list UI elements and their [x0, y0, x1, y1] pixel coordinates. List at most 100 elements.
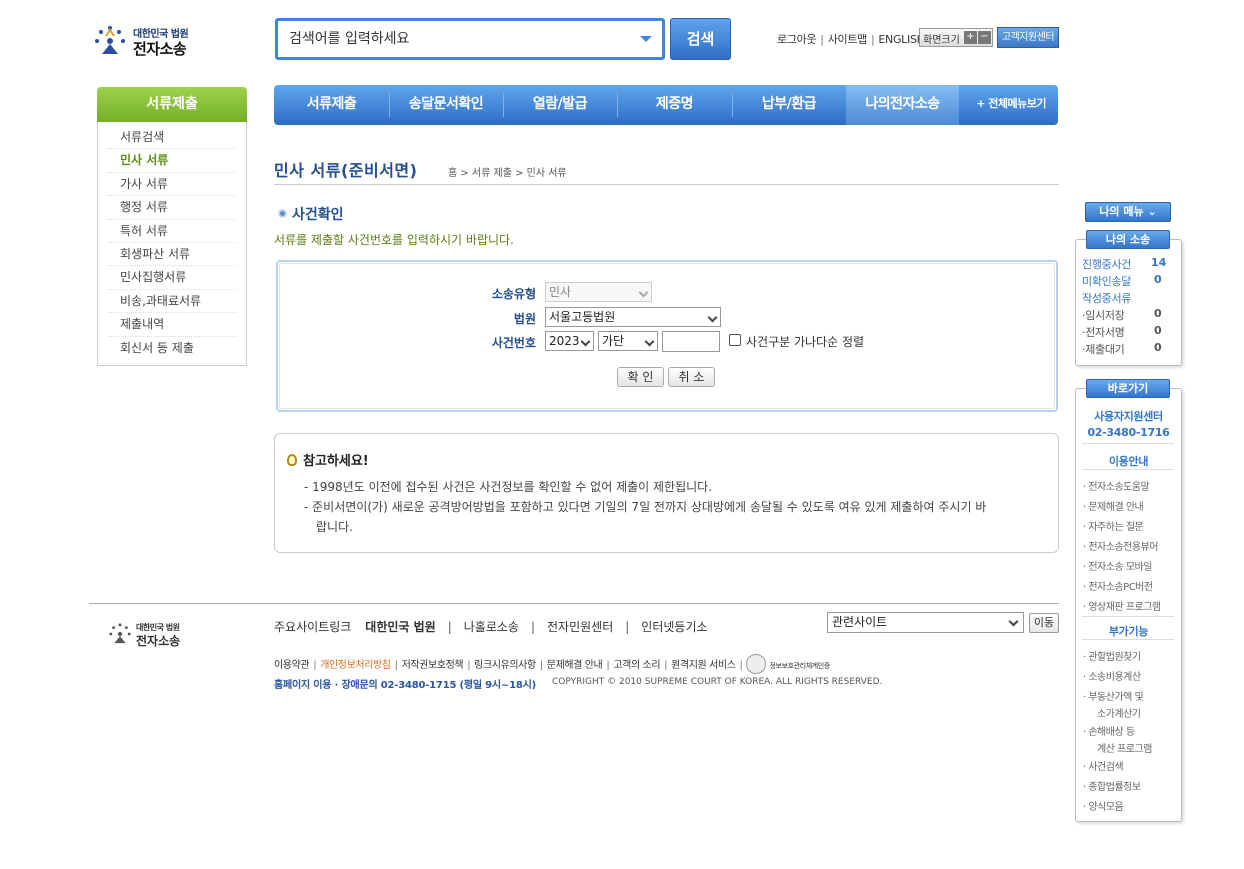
extra-link-cost-calc[interactable]: · 소송비용계산: [1083, 668, 1141, 683]
sidebar-item-execution[interactable]: 민사집행서류: [108, 266, 236, 290]
my-menu-button[interactable]: 나의 메뉴 ⌄: [1085, 202, 1171, 222]
nav-payment-refund[interactable]: 납부/환급: [732, 85, 846, 125]
font-increase-button[interactable]: +: [964, 31, 977, 44]
temp-save-link[interactable]: ·임시저장: [1082, 307, 1125, 323]
nav-certificates[interactable]: 제증명: [617, 85, 732, 125]
case-mark-value: 가단: [602, 334, 625, 348]
dropdown-arrow-icon[interactable]: [640, 36, 652, 42]
sidebar-item-search[interactable]: 서류검색: [108, 126, 236, 150]
nav-document-submission[interactable]: 서류제출: [274, 85, 389, 125]
court-select[interactable]: 서울고등법원: [545, 307, 721, 327]
site-link-registry[interactable]: 인터넷등기소: [641, 620, 707, 634]
footer-site-links: 주요사이트링크 대한민국 법원 | 나홀로소송 | 전자민원센터 | 인터넷등기소: [274, 618, 708, 635]
confirm-button[interactable]: 확 인: [617, 367, 664, 387]
section-title: 사건확인: [278, 204, 344, 224]
guide-link-pc[interactable]: · 전자소송PC버전: [1083, 578, 1153, 593]
chevron-down-icon: [638, 287, 649, 298]
site-link-civil-petition[interactable]: 전자민원센터: [547, 620, 613, 634]
sidebar-item-administrative[interactable]: 행정 서류: [108, 196, 236, 220]
sites-label: 주요사이트링크: [274, 620, 352, 634]
extra-link-damages[interactable]: · 손해배상 등: [1083, 723, 1135, 738]
terms-link[interactable]: 이용약관: [274, 660, 310, 671]
court-emblem-icon: [109, 623, 131, 644]
font-size-label: 화면크기: [923, 35, 960, 46]
sort-checkbox[interactable]: [729, 334, 741, 346]
font-decrease-button[interactable]: −: [978, 31, 991, 44]
submit-wait-link[interactable]: ·제출대기: [1082, 341, 1125, 357]
ongoing-cases-link[interactable]: 진행중사건: [1082, 256, 1131, 272]
sidebar-item-non-contentious[interactable]: 비송,과태료서류: [108, 290, 236, 314]
guide-link-troubleshoot[interactable]: · 문제해결 안내: [1083, 498, 1144, 513]
case-year-select[interactable]: 2023: [545, 331, 594, 351]
sidebar-item-family[interactable]: 가사 서류: [108, 173, 236, 197]
nav-view-issue[interactable]: 열람/발급: [503, 85, 617, 125]
extra-link-court-finder[interactable]: · 관할법원찾기: [1083, 648, 1141, 663]
guide-link-video-trial[interactable]: · 영상재판 프로그램: [1083, 598, 1161, 613]
remote-support-link[interactable]: 원격지원 서비스: [671, 660, 736, 671]
privacy-link[interactable]: 개인정보처리방침: [320, 660, 391, 671]
site-link-self-litigation[interactable]: 나홀로소송: [464, 620, 519, 634]
english-link[interactable]: ENGLISH: [878, 33, 925, 46]
notice-title: 참고하세요!: [287, 450, 369, 469]
extra-link-property-calc-2[interactable]: 소가계산기: [1097, 705, 1141, 720]
extra-link-property-calc[interactable]: · 부동산가액 및: [1083, 688, 1144, 703]
related-site-value: 관련사이트: [832, 615, 888, 629]
link-separator: |: [625, 620, 630, 634]
bullet-icon: [278, 209, 287, 218]
sidebar-menu: 서류검색 민사 서류 가사 서류 행정 서류 특허 서류 회생파산 서류 민사집…: [97, 122, 247, 366]
notice-line: 랍니다.: [316, 520, 353, 534]
court-emblem-icon: [95, 26, 125, 54]
site-logo[interactable]: 대한민국 법원 전자소송: [93, 22, 203, 62]
link-separator: |: [539, 660, 543, 671]
related-site-select[interactable]: 관련사이트: [827, 612, 1024, 633]
logout-link[interactable]: 로그아웃: [777, 33, 817, 46]
support-center-button[interactable]: 고객지원센터: [997, 27, 1059, 48]
case-mark-select[interactable]: 가단: [598, 331, 658, 351]
sitemap-link[interactable]: 사이트맵: [828, 33, 868, 46]
sidebar-item-reply[interactable]: 회신서 등 제출: [108, 337, 236, 360]
link-notice-link[interactable]: 링크시유의사항: [474, 660, 536, 671]
sidebar-item-patent[interactable]: 특허 서류: [108, 220, 236, 243]
util-links: 로그아웃 | 사이트맵 | ENGLISH: [777, 31, 925, 47]
site-link-court[interactable]: 대한민국 법원: [365, 620, 435, 634]
search-input[interactable]: [278, 21, 618, 57]
contact-info: 홈페이지 이용 · 장애문의 02-3480-1715 (평일 9시~18시): [274, 680, 536, 691]
guide-link-help[interactable]: · 전자소송도움말: [1083, 478, 1150, 493]
case-number-input[interactable]: [662, 331, 720, 352]
nav-service-check[interactable]: 송달문서확인: [389, 85, 503, 125]
sidebar-item-history[interactable]: 제출내역: [108, 313, 236, 337]
nav-my-litigation[interactable]: 나의전자소송: [846, 85, 959, 125]
nav-all-menu[interactable]: + 전체메뉴보기: [976, 85, 1046, 123]
case-type-select[interactable]: 민사: [545, 282, 652, 302]
move-button[interactable]: 이동: [1029, 613, 1059, 633]
extra-link-damages-2[interactable]: 계산 프로그램: [1097, 740, 1152, 755]
copyright-policy-link[interactable]: 저작권보호정책: [402, 660, 464, 671]
sidebar-item-bankruptcy[interactable]: 회생파산 서류: [108, 243, 236, 267]
certification-label: 정보보호관리체계인증: [769, 662, 830, 670]
court-value: 서울고등법원: [549, 310, 616, 324]
sort-checkbox-label[interactable]: 사건구분 가나다순 정렬: [746, 333, 864, 350]
troubleshoot-link[interactable]: 문제해결 안내: [547, 660, 603, 671]
footer-logo: 대한민국 법원 전자소송: [108, 622, 188, 652]
link-separator: |: [664, 660, 668, 671]
e-sign-link[interactable]: ·전자서명: [1082, 324, 1125, 340]
guide-link-faq[interactable]: · 자주하는 질문: [1083, 518, 1144, 533]
ongoing-cases-count[interactable]: 14: [1151, 256, 1166, 269]
guide-link-viewer[interactable]: · 전자소송전용뷰어: [1083, 538, 1158, 553]
search-box: [275, 18, 665, 60]
support-center-link[interactable]: 사용자지원센터: [1076, 408, 1181, 424]
guide-link-mobile[interactable]: · 전자소송 모바일: [1083, 558, 1152, 573]
customer-voice-link[interactable]: 고객의 소리: [613, 660, 660, 671]
sidebar-item-civil[interactable]: 민사 서류: [108, 149, 236, 173]
search-button[interactable]: 검색: [670, 18, 731, 60]
cancel-button[interactable]: 취 소: [668, 367, 715, 387]
shortcut-title: 바로가기: [1086, 379, 1170, 398]
unconfirmed-count[interactable]: 0: [1154, 273, 1162, 286]
panel-divider: [1082, 469, 1174, 470]
extra-link-forms[interactable]: · 양식모음: [1083, 798, 1124, 813]
drafting-link[interactable]: 작성중서류: [1082, 290, 1131, 306]
extra-link-legal-info[interactable]: · 종합법률정보: [1083, 778, 1141, 793]
extra-link-case-search[interactable]: · 사건검색: [1083, 758, 1124, 773]
section-description: 서류를 제출할 사건번호를 입력하시기 바랍니다.: [274, 233, 514, 247]
unconfirmed-link[interactable]: 미확인송달: [1082, 273, 1131, 289]
